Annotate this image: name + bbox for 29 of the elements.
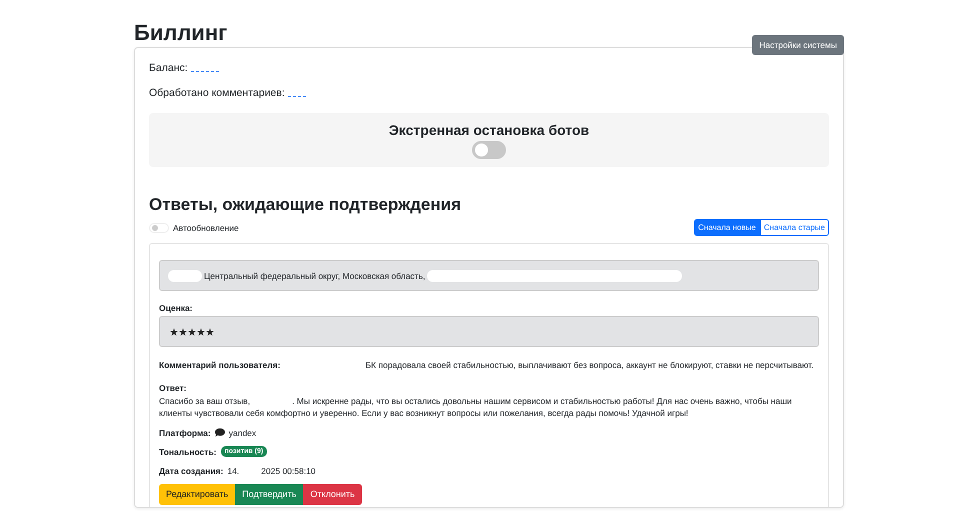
balance-label: Баланс: [149, 62, 188, 74]
tone-label: Тональность: [159, 446, 216, 456]
sort-button[interactable]: Сначала старые [760, 219, 829, 236]
platform-label: Платформа: [159, 428, 211, 438]
redaction-mark [168, 270, 202, 282]
auto-update-label: Автообновление [173, 222, 239, 232]
rating-label: Оценка: [159, 303, 194, 313]
date-time: 2025 00:58:10 [261, 466, 316, 476]
settings-button[interactable]: Настройки системы [752, 35, 844, 55]
comment-text: Комментарий пользователя: БК порадовала своей стабильностью, выплачивают без вопроса, аккаунт не блокируют, ставки не персчитывают. [159, 359, 814, 371]
sort-button[interactable]: Сначала новые [694, 219, 760, 236]
emergency-title: Экстренная остановка ботов [388, 122, 590, 138]
auto-update-toggle[interactable] [149, 222, 169, 232]
section-title: Ответы, ожидающие подтверждения [149, 195, 462, 215]
answer-text: Спасибо за ваш отзыв, . Мы искренне рады, что вы остались довольны нашим сервисом и стабильностью работы! Для нас очень важно, чтобы наши клиенты чувствовали себя комфортно и уверенно. Если у вас возникнут вопросы или пожелания, всегда рады помочь! Удачной игры! [159, 395, 793, 419]
speech-bubble-icon [214, 428, 225, 437]
location-text: Центральный федеральный округ, Московская область, [204, 270, 426, 280]
action-button[interactable]: Подтвердить [235, 484, 304, 505]
answer-label: Ответ: [159, 383, 188, 393]
action-button[interactable]: Редактировать [159, 484, 236, 505]
platform-value: yandex [228, 428, 256, 438]
redacted-link[interactable] [288, 94, 306, 97]
date-day: 14. [227, 466, 240, 476]
page-title: Биллинг [134, 19, 228, 47]
redacted-link[interactable] [190, 69, 219, 72]
emergency-toggle[interactable] [472, 141, 506, 159]
processed-label: Обработано комментариев: [149, 87, 285, 99]
date-label: Дата создания: [159, 466, 224, 476]
action-button[interactable]: Отклонить [303, 484, 362, 505]
